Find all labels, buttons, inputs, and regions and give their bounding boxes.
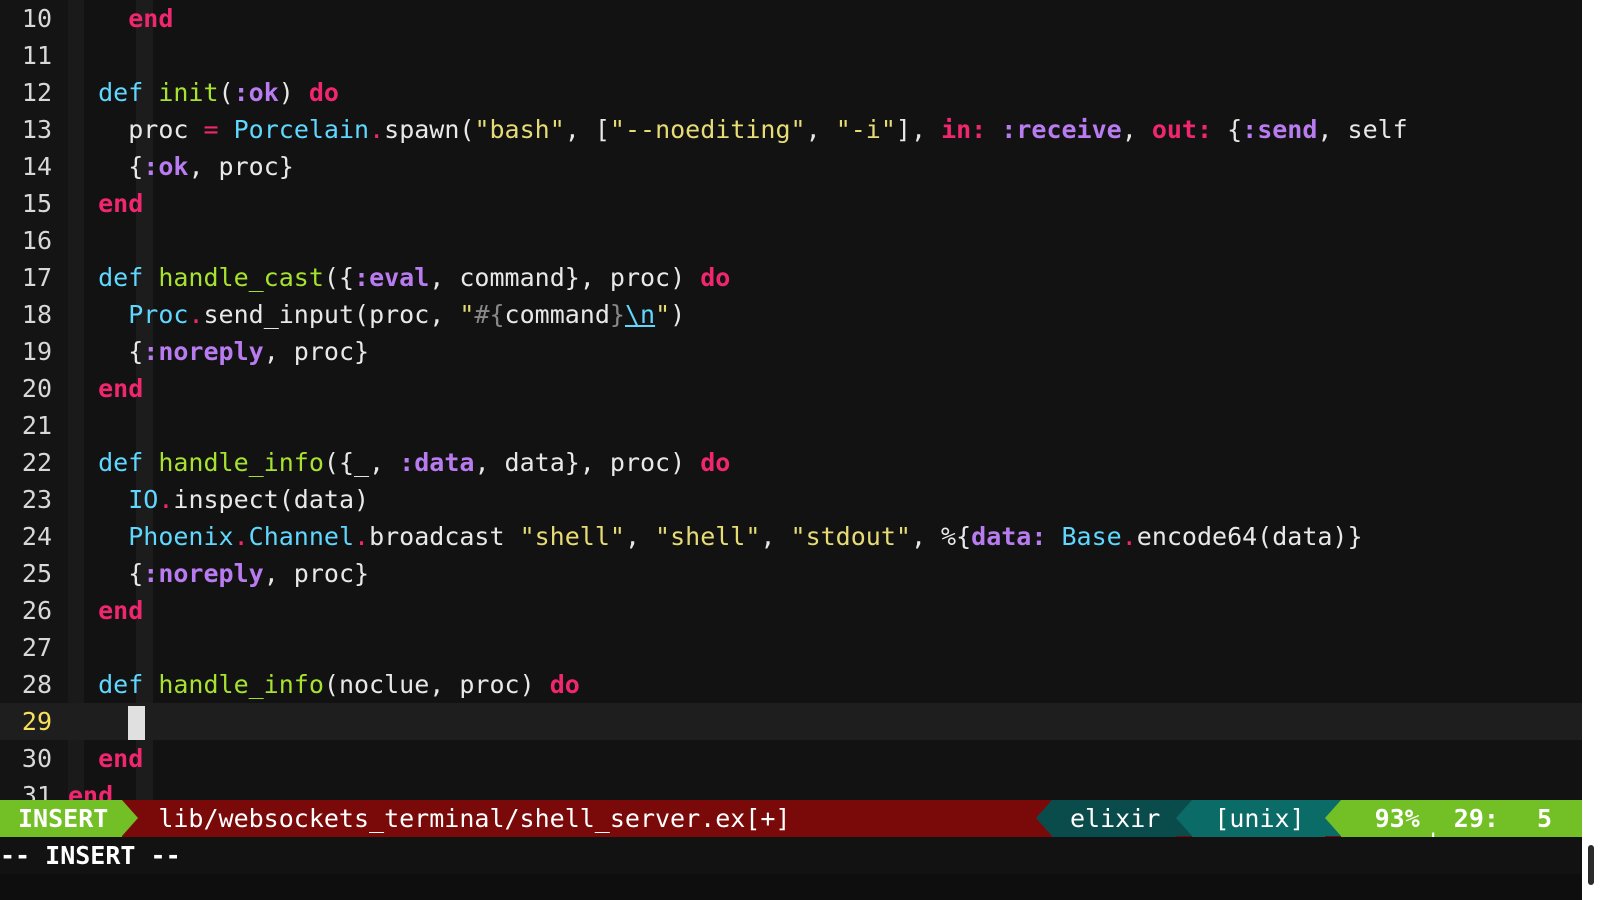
code-line[interactable]: 16 bbox=[0, 222, 1582, 259]
code-line[interactable]: 27 bbox=[0, 629, 1582, 666]
code-text: def handle_cast({:eval, command}, proc) … bbox=[98, 263, 731, 292]
status-line: INSERT lib/websockets_terminal/shell_ser… bbox=[0, 800, 1582, 837]
code-text: end bbox=[128, 4, 174, 33]
command-line[interactable]: -- INSERT -- bbox=[0, 837, 1582, 874]
powerline-separator bbox=[1036, 800, 1052, 836]
code-line[interactable]: 18 Proc.send_input(proc, "#{command}\n") bbox=[0, 296, 1582, 333]
file-path: lib/websockets_terminal/shell_server.ex[… bbox=[158, 804, 791, 833]
code-line[interactable]: 12 def init(:ok) do bbox=[0, 74, 1582, 111]
window-bottom-edge bbox=[0, 874, 1600, 900]
code-line[interactable]: 23 IO.inspect(data) bbox=[0, 481, 1582, 518]
code-line[interactable]: 26 end bbox=[0, 592, 1582, 629]
cursor-position: 93% L N 29: 5 bbox=[1340, 800, 1582, 837]
scrollbar-thumb[interactable] bbox=[1588, 845, 1594, 885]
line-number: 25 bbox=[0, 555, 68, 592]
code-line[interactable]: 10 end bbox=[0, 0, 1582, 37]
code-line[interactable]: 19 {:noreply, proc} bbox=[0, 333, 1582, 370]
code-text: end bbox=[98, 744, 144, 773]
code-text: Proc.send_input(proc, "#{command}\n") bbox=[128, 300, 686, 329]
code-text: end bbox=[98, 596, 144, 625]
line-number: 19 bbox=[0, 333, 68, 370]
line-number: 28 bbox=[0, 666, 68, 703]
line-number: 18 bbox=[0, 296, 68, 333]
code-line[interactable]: 30 end bbox=[0, 740, 1582, 777]
line-number: 15 bbox=[0, 185, 68, 222]
code-text: end bbox=[98, 189, 144, 218]
code-text: Phoenix.Channel.broadcast "shell", "shel… bbox=[128, 522, 1363, 551]
code-line[interactable]: 15 end bbox=[0, 185, 1582, 222]
code-text: def init(:ok) do bbox=[98, 78, 339, 107]
code-text: {:noreply, proc} bbox=[128, 559, 370, 588]
line-number: 16 bbox=[0, 222, 68, 259]
code-text bbox=[68, 703, 1582, 740]
line-number: 26 bbox=[0, 592, 68, 629]
fileformat-label: [unix] bbox=[1192, 800, 1325, 837]
mode-indicator: INSERT bbox=[0, 800, 123, 837]
filetype-label: elixir bbox=[1052, 800, 1177, 837]
powerline-separator bbox=[1324, 800, 1341, 836]
code-text: def handle_info(noclue, proc) do bbox=[98, 670, 580, 699]
code-text: {:noreply, proc} bbox=[128, 337, 370, 366]
line-number: 21 bbox=[0, 407, 68, 444]
text-cursor bbox=[128, 706, 146, 740]
code-text: IO.inspect(data) bbox=[128, 485, 370, 514]
vertical-scrollbar[interactable] bbox=[1582, 0, 1600, 900]
cursor-column: 5 bbox=[1536, 804, 1552, 833]
line-number: 11 bbox=[0, 37, 68, 74]
powerline-separator bbox=[122, 800, 139, 836]
editor-pane[interactable]: 10 end 11 12 def init(:ok) do 13 proc = … bbox=[0, 0, 1582, 819]
line-number: 10 bbox=[0, 0, 68, 37]
code-line[interactable]: 28 def handle_info(noclue, proc) do bbox=[0, 666, 1582, 703]
line-number-icon: L N bbox=[1426, 804, 1444, 837]
line-number: 13 bbox=[0, 111, 68, 148]
code-text: end bbox=[98, 374, 144, 403]
code-text: {:ok, proc} bbox=[128, 152, 294, 181]
code-line[interactable]: 14 {:ok, proc} bbox=[0, 148, 1582, 185]
current-line-number: 29 bbox=[0, 703, 68, 740]
powerline-separator bbox=[1176, 800, 1193, 836]
scroll-percent: 93% bbox=[1374, 804, 1420, 833]
line-number: 14 bbox=[0, 148, 68, 185]
line-number: 30 bbox=[0, 740, 68, 777]
line-number: 27 bbox=[0, 629, 68, 666]
line-number: 12 bbox=[0, 74, 68, 111]
code-line[interactable]: 25 {:noreply, proc} bbox=[0, 555, 1582, 592]
code-line[interactable]: 17 def handle_cast({:eval, command}, pro… bbox=[0, 259, 1582, 296]
line-number: 17 bbox=[0, 259, 68, 296]
current-line[interactable]: 29 bbox=[0, 703, 1582, 740]
code-line[interactable]: 11 bbox=[0, 37, 1582, 74]
code-line[interactable]: 22 def handle_info({_, :data, data}, pro… bbox=[0, 444, 1582, 481]
code-text: def handle_info({_, :data, data}, proc) … bbox=[98, 448, 731, 477]
line-number: 20 bbox=[0, 370, 68, 407]
code-line[interactable]: 24 Phoenix.Channel.broadcast "shell", "s… bbox=[0, 518, 1582, 555]
code-line[interactable]: 13 proc = Porcelain.spawn("bash", ["--no… bbox=[0, 111, 1582, 148]
code-line[interactable]: 21 bbox=[0, 407, 1582, 444]
code-line[interactable]: 20 end bbox=[0, 370, 1582, 407]
code-text: proc = Porcelain.spawn("bash", ["--noedi… bbox=[128, 115, 1408, 144]
line-number: 23 bbox=[0, 481, 68, 518]
line-number: 24 bbox=[0, 518, 68, 555]
line-number: 22 bbox=[0, 444, 68, 481]
